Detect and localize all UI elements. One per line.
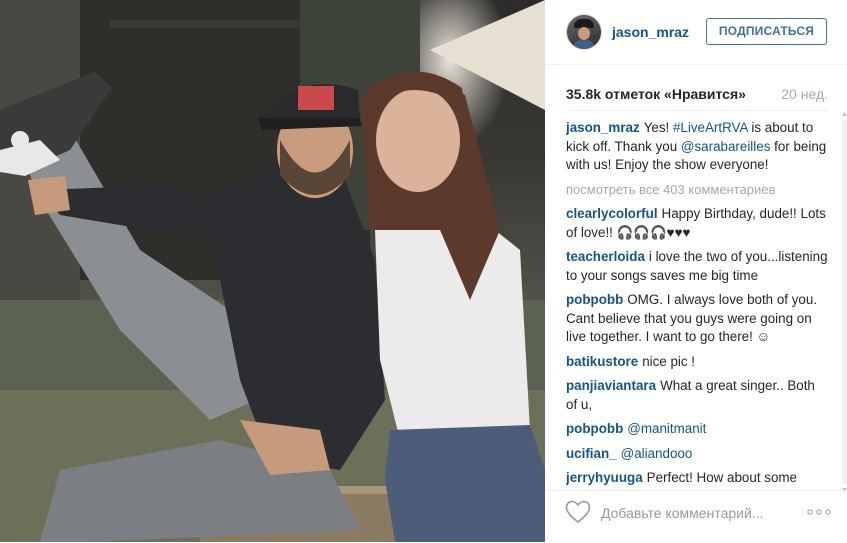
- post-header: jason_mraz ПОДПИСАТЬСЯ: [545, 0, 847, 65]
- post-side-panel: jason_mraz ПОДПИСАТЬСЯ 35.8k отметок «Нр…: [545, 0, 847, 542]
- comment-username[interactable]: jerryhyuuga: [566, 470, 643, 485]
- photo-scene: [0, 0, 545, 542]
- caption-username[interactable]: jason_mraz: [566, 120, 640, 135]
- comment-mention[interactable]: @aliandooo: [621, 446, 693, 461]
- divider: [566, 110, 828, 111]
- comment-text: nice pic !: [642, 353, 696, 369]
- comments-scrollbar[interactable]: [842, 112, 847, 492]
- post-author-username[interactable]: jason_mraz: [612, 24, 689, 40]
- comment-username[interactable]: clearlycolorful: [566, 206, 658, 221]
- post-stats: 35.8k отметок «Нравится» 20 нед.: [566, 86, 828, 102]
- avatar-face-shape: [578, 27, 590, 40]
- post-view: jason_mraz ПОДПИСАТЬСЯ 35.8k отметок «Нр…: [0, 0, 847, 542]
- comment-mention[interactable]: @manitmanit: [627, 421, 706, 436]
- post-photo[interactable]: [0, 0, 545, 542]
- comment-username[interactable]: pobpobb: [566, 292, 623, 307]
- comment-username[interactable]: teacherloida: [566, 249, 645, 264]
- avatar-body-shape: [573, 40, 595, 49]
- comment-username[interactable]: panjiaviantara: [566, 378, 656, 393]
- add-comment-input[interactable]: Добавьте комментарий...: [601, 505, 763, 521]
- comment-item: panjiaviantara What a great singer.. Both…: [566, 377, 828, 414]
- avatar[interactable]: [566, 14, 602, 50]
- comment-item: teacherloida i love the two of you...list…: [566, 248, 828, 285]
- comment-item: clearlycolorful Happy Birthday, dude!! Lo…: [566, 205, 828, 242]
- like-heart-icon[interactable]: [565, 500, 591, 524]
- post-age[interactable]: 20 нед.: [781, 86, 828, 102]
- caption-mention[interactable]: @sarabareilles: [681, 139, 771, 154]
- comments-list[interactable]: jason_mraz Yes! #LiveArtRVA is about to k…: [566, 119, 828, 487]
- caption-hashtag[interactable]: #LiveArtRVA: [673, 120, 748, 135]
- comment-username[interactable]: ucifian_: [566, 446, 617, 461]
- comment-item: jerryhyuugaPerfect! How about some futur…: [566, 469, 828, 487]
- view-all-comments-link[interactable]: посмотреть все 403 комментариев: [566, 181, 828, 200]
- comment-username[interactable]: batikustore: [566, 354, 638, 369]
- follow-button[interactable]: ПОДПИСАТЬСЯ: [706, 18, 827, 45]
- comment-item: ucifian_ @aliandooo: [566, 445, 828, 464]
- post-footer: Добавьте комментарий...: [545, 490, 847, 543]
- likes-count[interactable]: 35.8k отметок «Нравится»: [566, 86, 746, 102]
- caption-text: Yes!: [643, 120, 673, 135]
- comment-item: pobpobb @manitmanit: [566, 420, 828, 439]
- caption: jason_mraz Yes! #LiveArtRVA is about to k…: [566, 119, 828, 175]
- more-options-icon[interactable]: [807, 509, 831, 515]
- comment-item: batikustore nice pic !: [566, 353, 828, 372]
- comment-username[interactable]: pobpobb: [566, 421, 623, 436]
- comment-item: pobpobb OMG. I always love both of you. C…: [566, 291, 828, 347]
